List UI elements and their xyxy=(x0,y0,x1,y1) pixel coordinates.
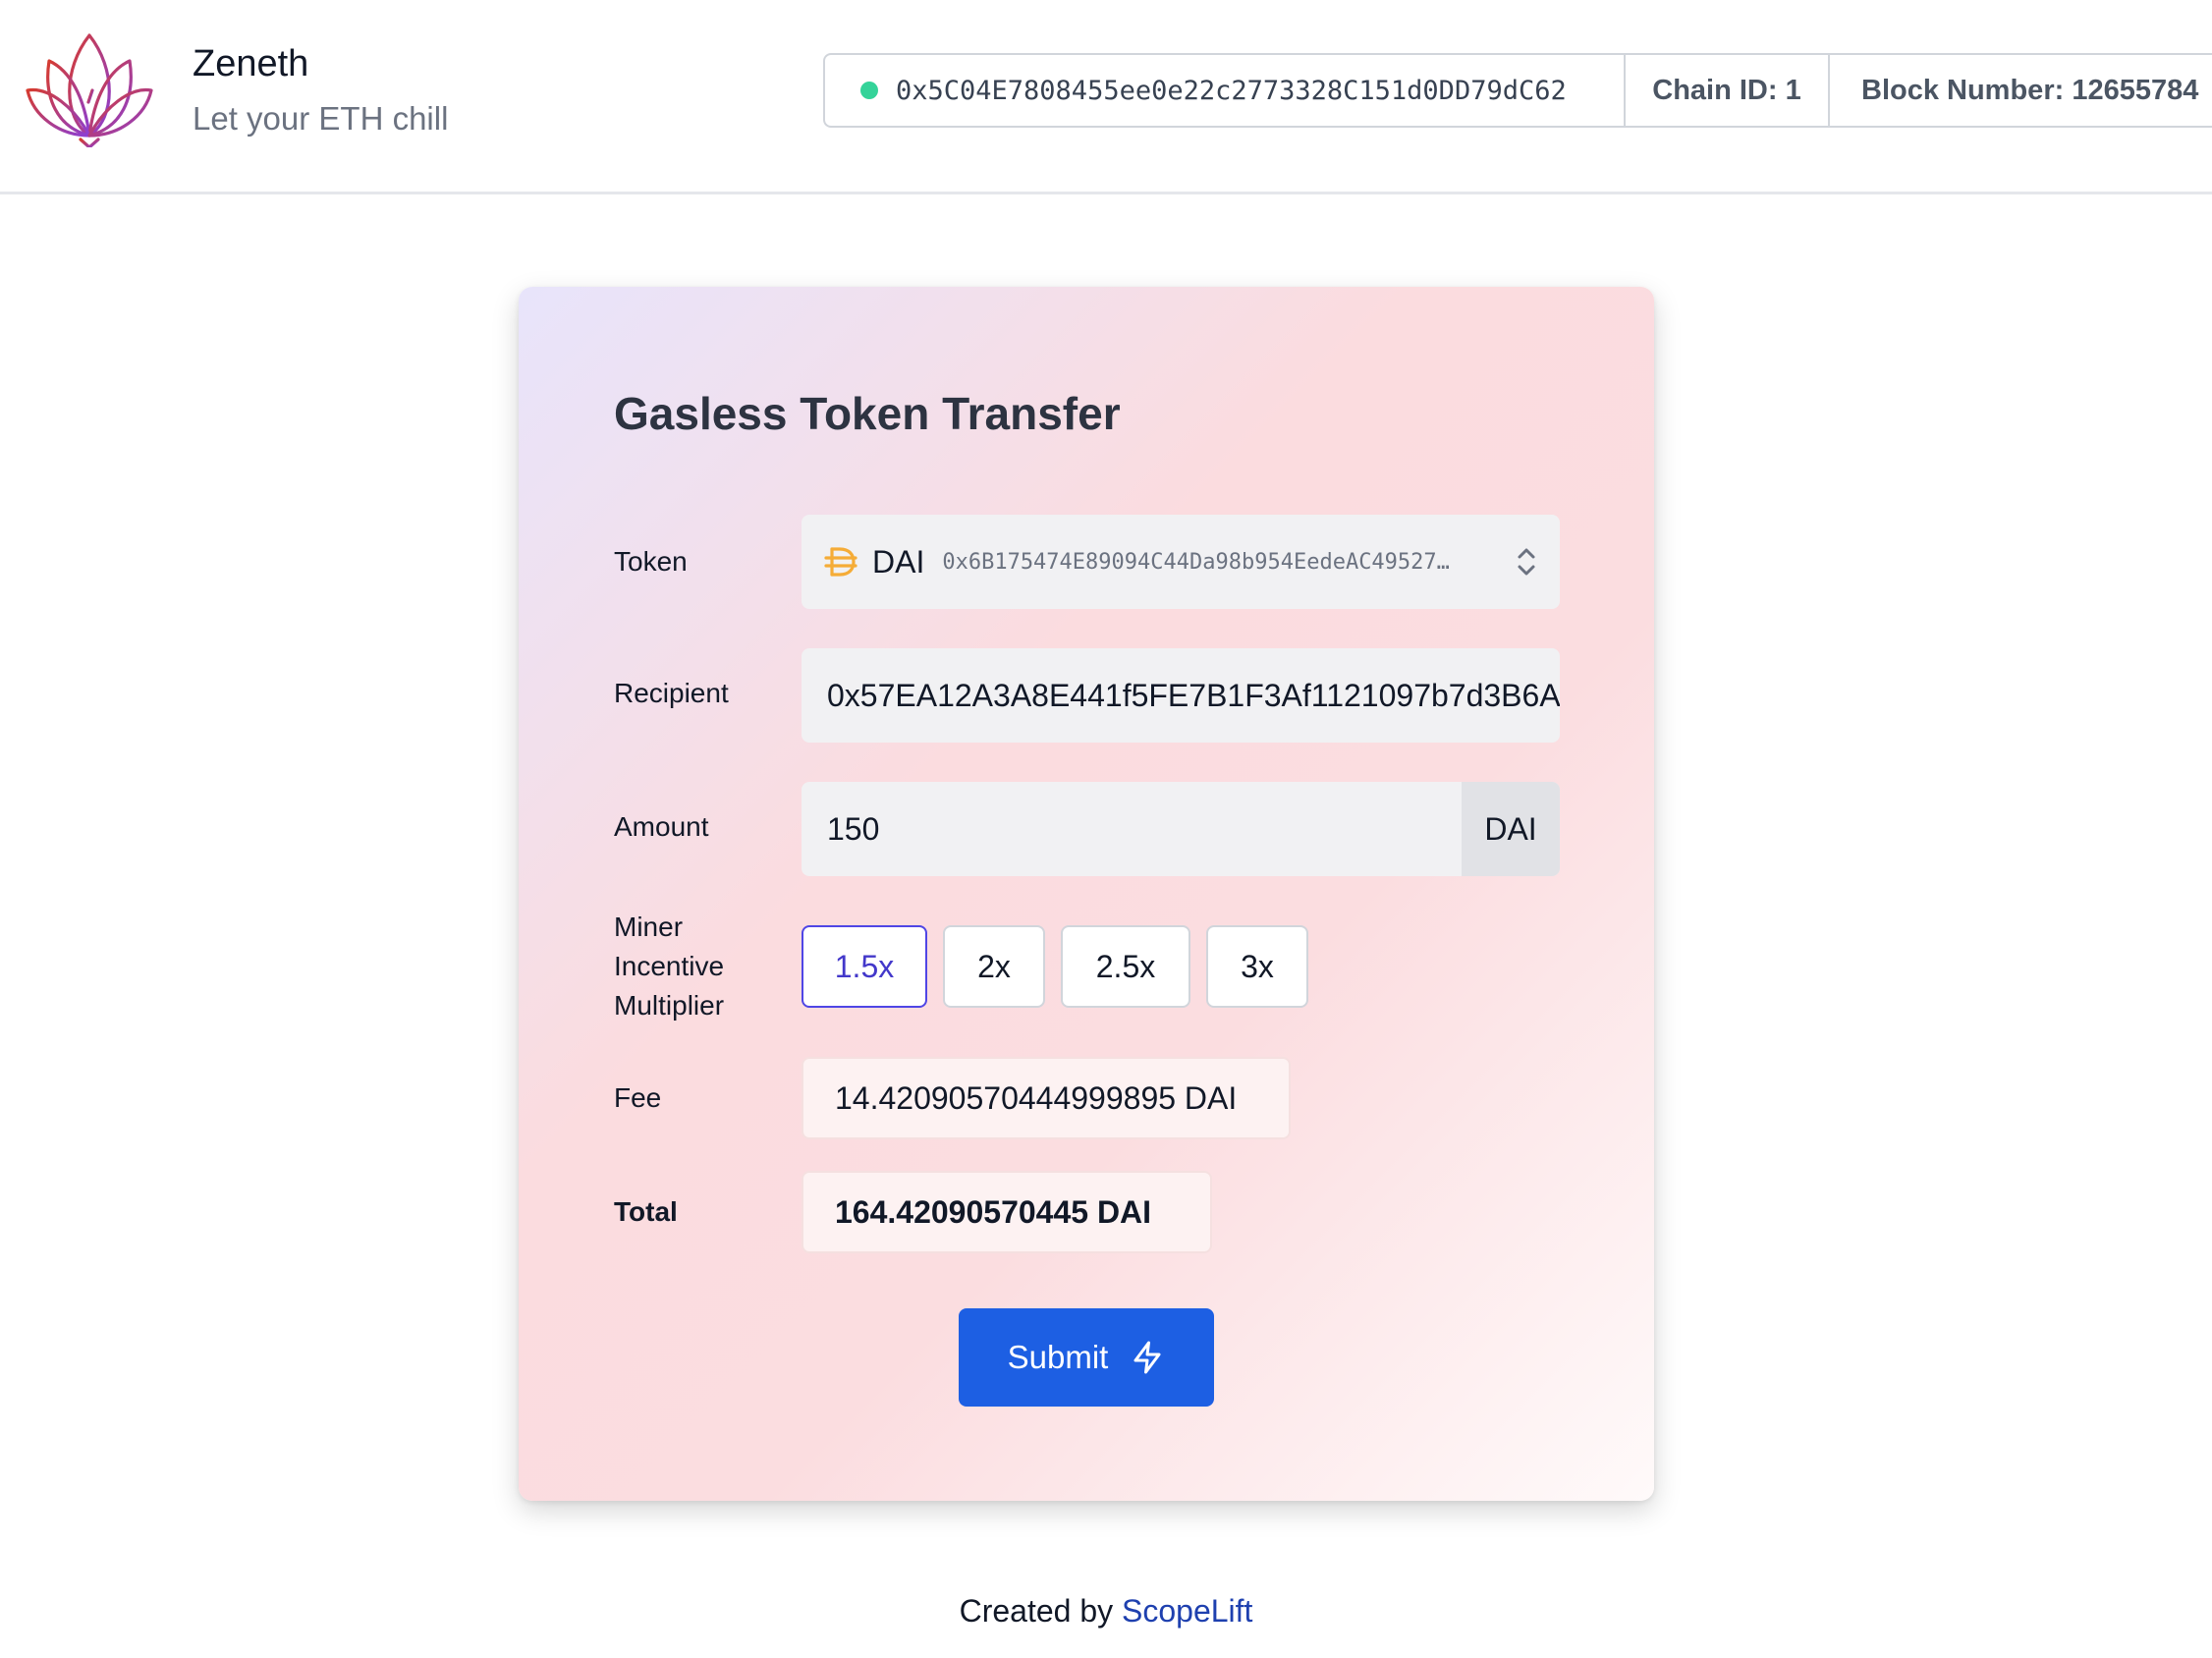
token-label: Token xyxy=(614,546,688,577)
multiplier-option-1-5x[interactable]: 1.5x xyxy=(802,925,927,1008)
footer: Created by ScopeLift xyxy=(0,1593,2212,1630)
chevron-up-down-icon xyxy=(1518,548,1535,576)
multiplier-options: 1.5x 2x 2.5x 3x xyxy=(802,925,1324,1010)
multiplier-label-line: Miner xyxy=(614,912,684,942)
connection-status-dot xyxy=(860,82,878,99)
total-label: Total xyxy=(614,1196,678,1227)
amount-value: 150 xyxy=(827,810,880,847)
multiplier-label-line: Incentive xyxy=(614,951,725,981)
page-title: Gasless Token Transfer xyxy=(614,388,1121,439)
lightning-bolt-icon xyxy=(1134,1341,1161,1374)
scopelift-link[interactable]: ScopeLift xyxy=(1122,1593,1252,1629)
fee-label: Fee xyxy=(614,1082,662,1113)
app-header: Zeneth Let your ETH chill 0x5C04E7808455… xyxy=(0,0,2212,194)
footer-credit: Created by xyxy=(959,1593,1122,1629)
multiplier-option-3x[interactable]: 3x xyxy=(1206,925,1308,1008)
submit-button[interactable]: Submit xyxy=(959,1308,1214,1407)
dai-icon xyxy=(824,547,857,577)
token-symbol: DAI xyxy=(872,543,925,580)
transfer-card: Gasless Token Transfer Token DAI 0x6B175… xyxy=(519,287,1654,1501)
brand-tagline: Let your ETH chill xyxy=(193,100,449,137)
submit-label: Submit xyxy=(1007,1339,1109,1375)
lotus-logo-icon xyxy=(26,33,153,147)
token-address: 0x6B175474E89094C44Da98b954EedeAC49527… xyxy=(942,549,1450,575)
multiplier-label-line: Multiplier xyxy=(614,990,725,1021)
total-value: 164.42090570445 DAI xyxy=(802,1171,1212,1253)
fee-value: 14.42090570444999895 DAI xyxy=(802,1057,1291,1139)
amount-unit-addon: DAI xyxy=(1462,782,1560,876)
amount-input[interactable]: 150 DAI xyxy=(802,782,1560,876)
chain-id: Chain ID: 1 xyxy=(1626,55,1830,126)
token-select[interactable]: DAI 0x6B175474E89094C44Da98b954EedeAC495… xyxy=(802,515,1560,609)
brand-name: Zeneth xyxy=(193,43,309,84)
recipient-label: Recipient xyxy=(614,678,729,708)
multiplier-option-2x[interactable]: 2x xyxy=(943,925,1045,1008)
amount-label: Amount xyxy=(614,811,709,842)
network-status-bar: 0x5C04E7808455ee0e22c2773328C151d0DD79dC… xyxy=(823,53,2212,128)
recipient-input[interactable]: 0x57EA12A3A8E441f5FE7B1F3Af1121097b7d3B6… xyxy=(802,648,1560,743)
multiplier-label: Miner Incentive Multiplier xyxy=(614,908,724,1025)
block-number: Block Number: 12655784 xyxy=(1861,74,2199,106)
wallet-address: 0x5C04E7808455ee0e22c2773328C151d0DD79dC… xyxy=(896,75,1567,106)
wallet-address-segment[interactable]: 0x5C04E7808455ee0e22c2773328C151d0DD79dC… xyxy=(825,55,1626,126)
multiplier-option-2-5x[interactable]: 2.5x xyxy=(1061,925,1190,1008)
recipient-value: 0x57EA12A3A8E441f5FE7B1F3Af1121097b7d3B6… xyxy=(827,677,1560,713)
